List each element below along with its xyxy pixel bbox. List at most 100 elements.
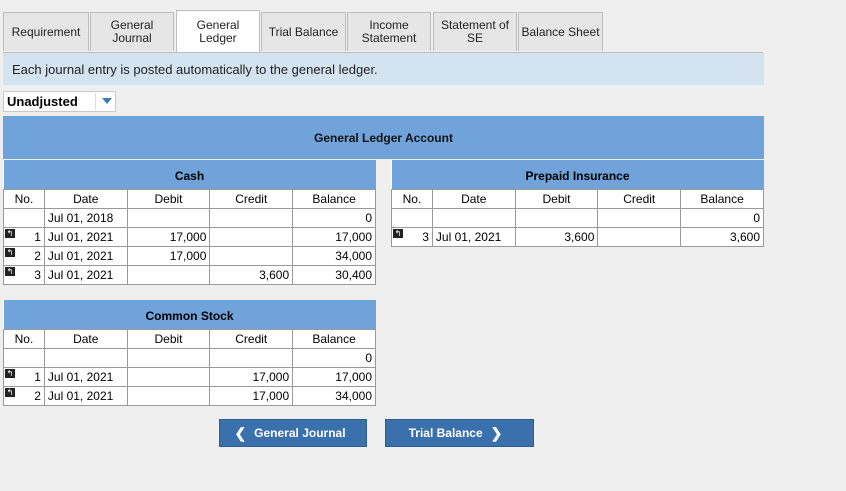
entry-balance-value: 34,000 <box>335 388 372 403</box>
entry-number-value: 2 <box>34 248 41 263</box>
col-balance: Balance <box>680 188 764 209</box>
col-date: Date <box>43 328 128 349</box>
entry-debit <box>514 207 599 228</box>
tab-requirement[interactable]: Requirement <box>3 12 89 51</box>
entry-credit-value: 17,000 <box>252 388 290 403</box>
col-no: No. <box>3 188 45 209</box>
entry-credit <box>209 207 294 228</box>
entry-debit-value: 17,000 <box>169 248 207 263</box>
entry-balance: 3,600 <box>680 226 764 247</box>
account-title: Common Stock <box>3 300 376 329</box>
entry-date: Jul 01, 2021 <box>43 385 128 406</box>
tab-trial-balance[interactable]: Trial Balance <box>261 12 346 51</box>
tab-balance-sheet[interactable]: Balance Sheet <box>518 12 603 51</box>
tab-general-journal[interactable]: General Journal <box>90 12 174 51</box>
tab-bar: Requirement General Journal General Ledg… <box>3 10 763 53</box>
entry-debit <box>126 385 211 406</box>
entry-number-value: 3 <box>34 267 41 282</box>
entry-balance-value: 0 <box>365 350 372 365</box>
entry-balance: 17,000 <box>292 226 376 247</box>
entry-credit <box>597 207 682 228</box>
col-debit: Debit <box>514 188 599 209</box>
tab-income-statement[interactable]: Income Statement <box>347 12 431 51</box>
posting-reference-icon[interactable]: ↰ <box>5 247 15 257</box>
entry-balance-value: 34,000 <box>335 248 372 263</box>
entry-balance: 34,000 <box>292 385 376 406</box>
entry-date: Jul 01, 2021 <box>43 264 128 285</box>
entry-date: Jul 01, 2021 <box>431 226 516 247</box>
entry-balance: 0 <box>680 207 764 228</box>
account-title: Prepaid Insurance <box>391 160 764 189</box>
general-ledger-title: General Ledger Account <box>3 116 764 159</box>
select-divider <box>95 93 96 110</box>
entry-balance: 0 <box>292 207 376 228</box>
entry-debit-value: 17,000 <box>169 229 207 244</box>
entry-number <box>3 207 45 228</box>
entry-credit-value: 3,600 <box>259 267 290 282</box>
ledger-view-select[interactable]: Unadjusted <box>3 91 116 112</box>
entry-credit <box>597 226 682 247</box>
entry-balance-value: 0 <box>753 210 760 225</box>
entry-credit-value: 17,000 <box>252 369 290 384</box>
general-journal-button[interactable]: ❮ General Journal <box>219 419 367 447</box>
entry-debit <box>126 347 211 368</box>
entry-number: ↰ 1 <box>3 226 45 247</box>
entry-date <box>43 347 128 368</box>
entry-number-value: 2 <box>34 388 41 403</box>
entry-credit: 17,000 <box>209 366 294 387</box>
posting-reference-icon[interactable]: ↰ <box>5 387 15 397</box>
general-journal-button-label: General Journal <box>254 426 346 440</box>
account-title: Cash <box>3 160 376 189</box>
col-date: Date <box>43 188 128 209</box>
col-debit: Debit <box>126 328 211 349</box>
col-balance: Balance <box>292 328 376 349</box>
entry-date <box>431 207 516 228</box>
ledger-row: ↰ 3 Jul 01, 2021 3,600 3,600 <box>391 226 764 247</box>
col-balance: Balance <box>292 188 376 209</box>
entry-number <box>391 207 433 228</box>
posting-reference-icon[interactable]: ↰ <box>5 368 15 378</box>
ledger-row: ↰ 2 Jul 01, 2021 17,000 34,000 <box>3 385 376 406</box>
tab-statement-of-se[interactable]: Statement of SE <box>433 12 517 51</box>
ledger-row: 0 <box>3 347 376 368</box>
chevron-down-icon[interactable] <box>102 98 112 104</box>
posting-reference-icon[interactable]: ↰ <box>393 228 403 238</box>
col-credit: Credit <box>597 188 682 209</box>
entry-balance: 34,000 <box>292 245 376 266</box>
entry-date-value: Jul 01, 2021 <box>47 267 114 282</box>
entry-number: ↰ 3 <box>391 226 433 247</box>
entry-balance: 17,000 <box>292 366 376 387</box>
entry-balance: 30,400 <box>292 264 376 285</box>
tab-general-ledger[interactable]: General Ledger <box>176 10 260 53</box>
entry-number <box>3 347 45 368</box>
col-credit: Credit <box>209 328 294 349</box>
ledger-view-value: Unadjusted <box>7 94 78 109</box>
entry-date-value: Jul 01, 2021 <box>47 229 114 244</box>
entry-date-value: Jul 01, 2021 <box>47 369 114 384</box>
col-no: No. <box>3 328 45 349</box>
entry-date: Jul 01, 2021 <box>43 366 128 387</box>
info-notice: Each journal entry is posted automatical… <box>3 53 764 85</box>
entry-balance: 0 <box>292 347 376 368</box>
entry-credit: 3,600 <box>209 264 294 285</box>
ledger-row: 0 <box>391 207 764 228</box>
entry-number-value: 1 <box>34 229 41 244</box>
entry-balance-value: 17,000 <box>335 229 372 244</box>
entry-credit <box>209 347 294 368</box>
cash-account-table: Cash No. Date Debit Credit Balance Jul 0… <box>3 160 376 285</box>
col-no: No. <box>391 188 433 209</box>
entry-balance-value: 3,600 <box>729 229 760 244</box>
chevron-left-icon: ❮ <box>234 424 247 441</box>
entry-balance-value: 0 <box>365 210 372 225</box>
entry-date-value: Jul 01, 2021 <box>435 229 502 244</box>
entry-number: ↰ 2 <box>3 245 45 266</box>
entry-date-value: Jul 01, 2018 <box>47 210 114 225</box>
entry-date-value: Jul 01, 2021 <box>47 388 114 403</box>
trial-balance-button[interactable]: Trial Balance ❯ <box>385 419 534 447</box>
posting-reference-icon[interactable]: ↰ <box>5 266 15 276</box>
entry-number: ↰ 2 <box>3 385 45 406</box>
col-credit: Credit <box>209 188 294 209</box>
ledger-row: Jul 01, 2018 0 <box>3 207 376 228</box>
posting-reference-icon[interactable]: ↰ <box>5 228 15 238</box>
entry-number: ↰ 1 <box>3 366 45 387</box>
